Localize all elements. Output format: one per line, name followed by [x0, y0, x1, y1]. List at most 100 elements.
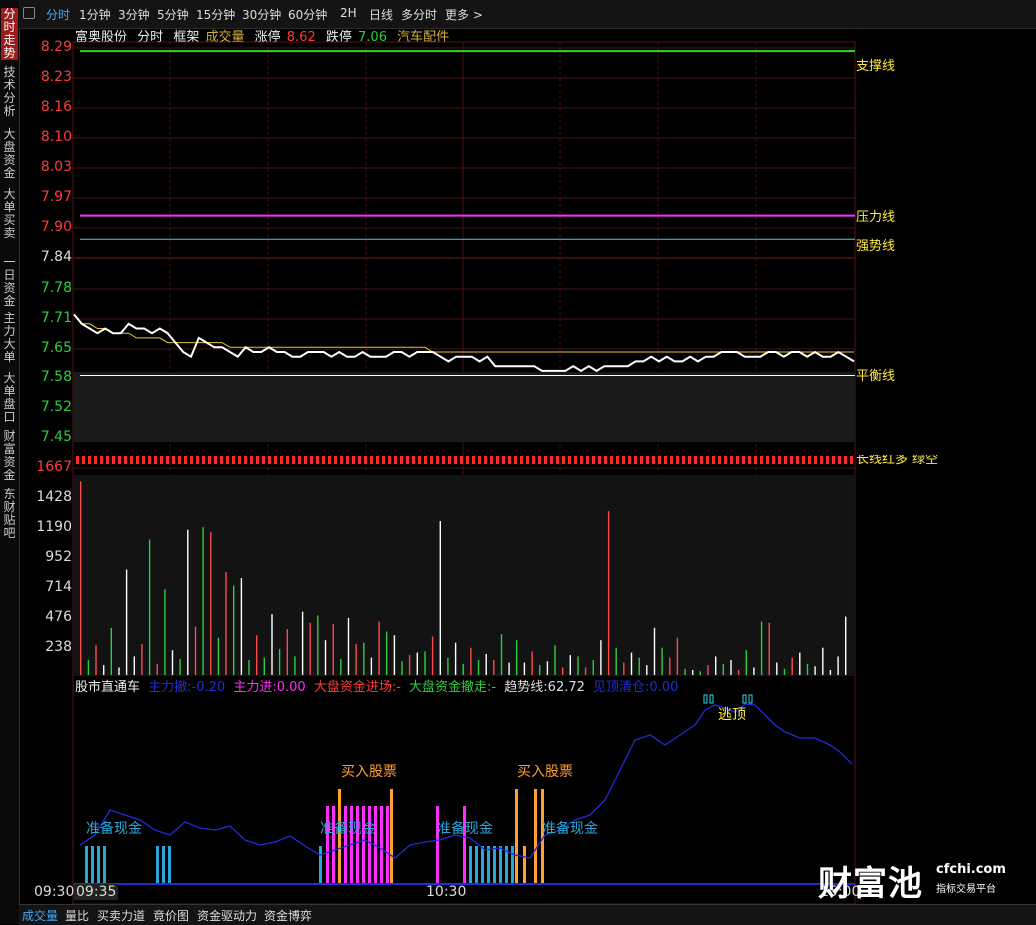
separator-dash [352, 456, 355, 464]
separator-dash [274, 456, 277, 464]
separator-dash [478, 456, 481, 464]
volume-bar [699, 671, 701, 675]
separator-dash [652, 456, 655, 464]
separator-dash [634, 456, 637, 464]
separator-dash [280, 456, 283, 464]
separator-dash [310, 456, 313, 464]
prepare-cash-bar [168, 846, 171, 884]
signal-buy-2: 买入股票 [517, 764, 573, 780]
price-tick-11: 7.58 [40, 369, 72, 385]
separator-dash [124, 456, 127, 464]
volume-tick-2: 1190 [36, 519, 72, 535]
separator-dash [820, 456, 823, 464]
separator-dash [832, 456, 835, 464]
separator-dash [364, 456, 367, 464]
separator-dash [202, 456, 205, 464]
prepare-cash-bar [91, 846, 94, 884]
volume-bar [462, 663, 464, 675]
separator-dash [244, 456, 247, 464]
main-in-value: 0.00 [276, 680, 306, 695]
volume-bar [554, 645, 556, 675]
separator-dash [706, 456, 709, 464]
volume-bar [309, 622, 311, 675]
buy-stock-bar [523, 846, 526, 884]
price-tick-2: 8.16 [40, 99, 72, 115]
separator-dash [730, 456, 733, 464]
signal-buy-1: 买入股票 [341, 764, 397, 780]
escape-marker [742, 694, 747, 704]
separator-dash [604, 456, 607, 464]
escape-marker [748, 694, 753, 704]
volume-bar [263, 657, 265, 675]
separator-dash [814, 456, 817, 464]
level-lines [80, 50, 855, 377]
separator-dash [754, 456, 757, 464]
indicator-legend: 股市直通车 主力撤:-0.20 主力进:0.00 大盘资金进场:- 大盘资金撤走… [75, 676, 682, 695]
separator-dash [412, 456, 415, 464]
escape-marker [709, 694, 714, 704]
volume-bar [187, 529, 189, 675]
volume-bar [539, 665, 541, 675]
average-price-line [73, 314, 854, 353]
volume-bar [317, 615, 319, 675]
bottom-tab-0[interactable]: 成交量 [22, 907, 58, 924]
prepare-cash-bar [469, 846, 472, 884]
buy-stock-bar [534, 789, 537, 884]
price-tick-6: 7.90 [40, 219, 72, 235]
legend-title: 股市直通车 [75, 680, 141, 695]
bottom-tab-2[interactable]: 买卖力道 [97, 907, 145, 924]
main-in-label: 主力进: [233, 680, 277, 695]
separator-dash [406, 456, 409, 464]
separator-dash [340, 456, 343, 464]
volume-bar [477, 660, 480, 675]
bottom-tab-4[interactable]: 资金驱动力 [197, 907, 257, 924]
volume-bar [447, 657, 449, 675]
volume-bar [845, 616, 847, 675]
price-tick-13: 7.45 [40, 429, 72, 445]
volume-bar [217, 637, 220, 675]
volume-bar [776, 662, 778, 675]
volume-bar [653, 627, 656, 675]
volume-bar [630, 652, 633, 675]
volume-panel-bg [73, 475, 855, 675]
main-out-label: 主力撤: [148, 680, 192, 695]
separator-dash [160, 456, 163, 464]
separator-dash [232, 456, 235, 464]
separator-dash [610, 456, 613, 464]
market-out-value: - [491, 680, 497, 695]
bottom-tab-3[interactable]: 竟价图 [153, 907, 189, 924]
separator-dash [292, 456, 295, 464]
prepare-cash-bar [475, 846, 478, 884]
volume-bar [768, 622, 770, 675]
cut-label: 长线红多 绿空 [856, 455, 939, 465]
market-out-label: 大盘资金撤走: [409, 680, 492, 695]
price-tick-9: 7.71 [40, 310, 72, 326]
separator-dash [718, 456, 721, 464]
price-tick-1: 8.23 [40, 69, 72, 85]
volume-bar [370, 657, 373, 675]
separator-dash [172, 456, 175, 464]
volume-bar [745, 650, 747, 675]
volume-bar [424, 651, 426, 675]
bottom-tab-1[interactable]: 量比 [65, 907, 89, 924]
watermark-logo: 财富池 cfchi.com 指标交易平台 [818, 856, 1006, 905]
x-label-cursor: 09:35 [74, 884, 119, 900]
volume-bar [148, 539, 151, 675]
separator-dash [148, 456, 151, 464]
volume-bar [194, 626, 197, 675]
volume-bar [133, 656, 135, 675]
main-in-bar [380, 806, 383, 884]
separator-dash [490, 456, 493, 464]
bottom-tab-5[interactable]: 资金博弈 [264, 907, 312, 924]
separator-dash [844, 456, 847, 464]
chart-grid [72, 41, 856, 905]
volume-bar [493, 660, 495, 675]
separator-dash [94, 456, 97, 464]
price-tick-5: 7.97 [40, 189, 72, 205]
volume-bar [730, 660, 732, 675]
volume-bar [753, 667, 755, 675]
separator-dash [460, 456, 463, 464]
separator-dash [736, 456, 739, 464]
volume-bar [408, 655, 411, 675]
separator-dash [496, 456, 499, 464]
